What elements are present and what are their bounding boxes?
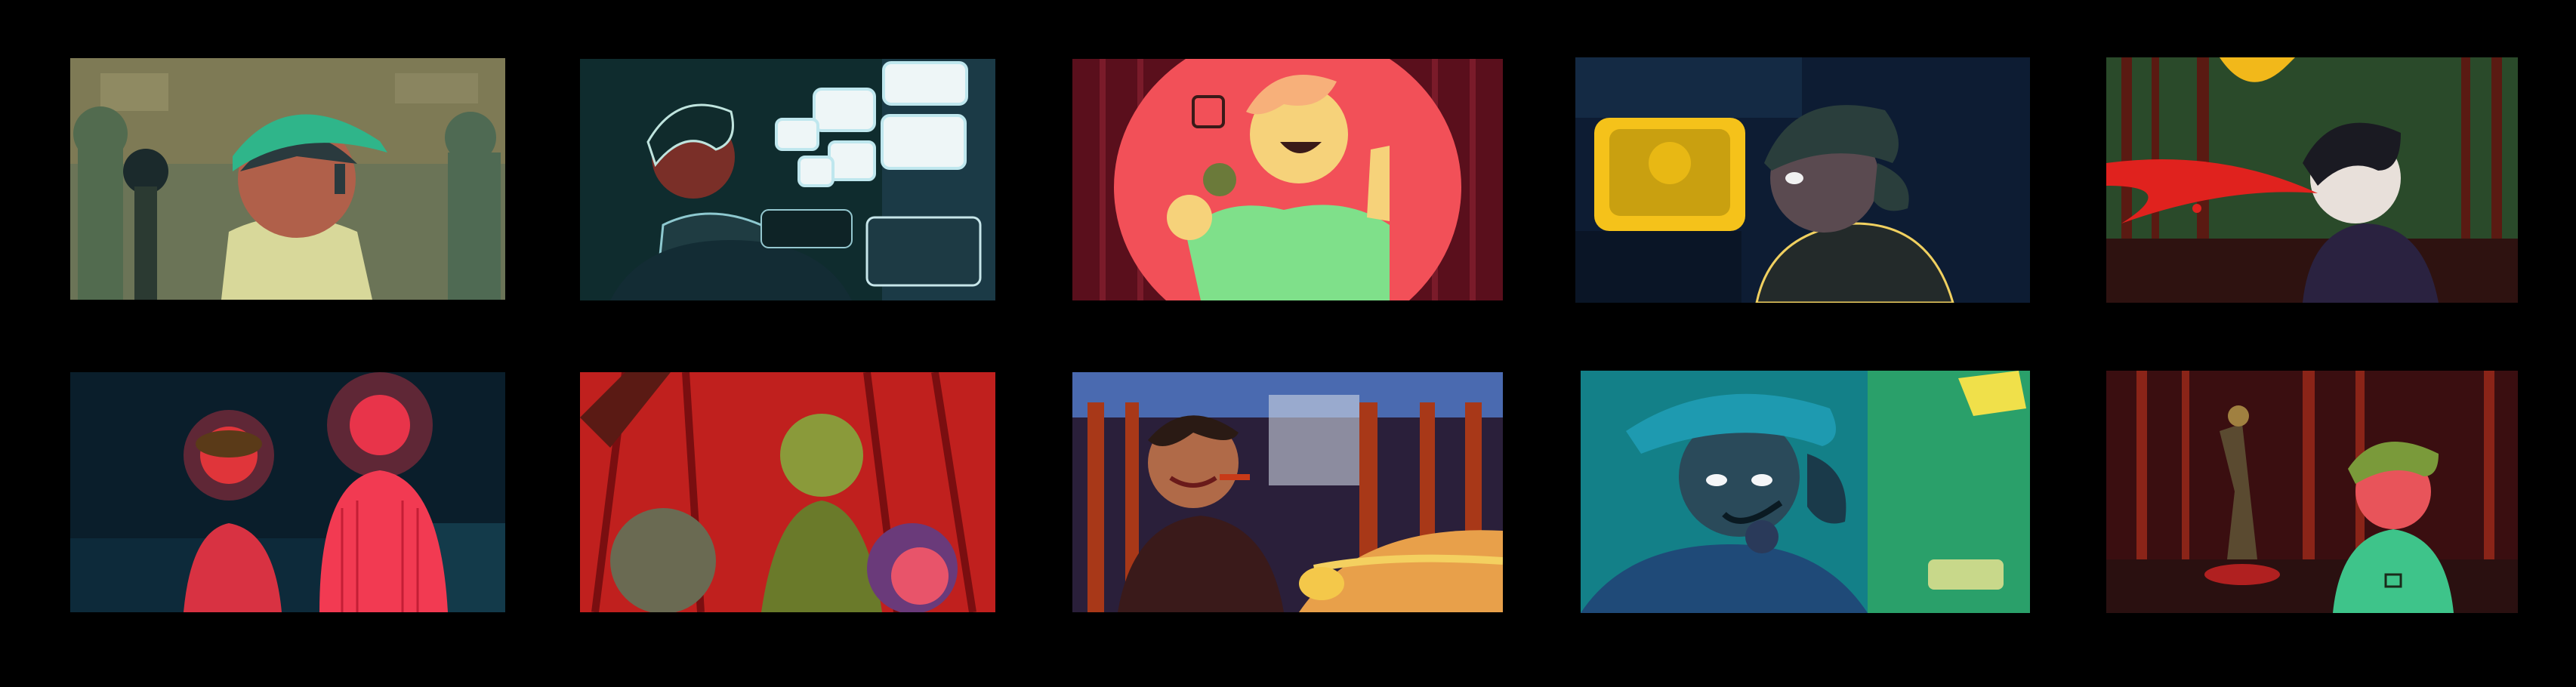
storyboard-panel-1 xyxy=(70,58,505,300)
panel-10-illustration xyxy=(2106,371,2518,613)
panel-2-illustration xyxy=(580,59,995,300)
storyboard-panel-5 xyxy=(2106,57,2518,303)
storyboard-panel-6 xyxy=(70,372,505,612)
panel-3-illustration xyxy=(1072,59,1503,300)
panel-4-illustration xyxy=(1575,57,2030,303)
panel-8-illustration xyxy=(1072,372,1503,612)
storyboard-panel-4 xyxy=(1575,57,2030,303)
storyboard-panel-8 xyxy=(1072,372,1503,612)
panel-9-illustration xyxy=(1581,371,2030,613)
storyboard-panel-3 xyxy=(1072,59,1503,300)
storyboard-panel-2 xyxy=(580,59,995,300)
panel-7-illustration xyxy=(580,372,995,612)
storyboard-sheet xyxy=(0,0,2576,687)
panel-5-illustration xyxy=(2106,57,2518,303)
panel-6-illustration xyxy=(70,372,505,612)
storyboard-panel-9 xyxy=(1581,371,2030,613)
storyboard-panel-7 xyxy=(580,372,995,612)
storyboard-panel-10 xyxy=(2106,371,2518,613)
panel-1-illustration xyxy=(70,58,505,300)
